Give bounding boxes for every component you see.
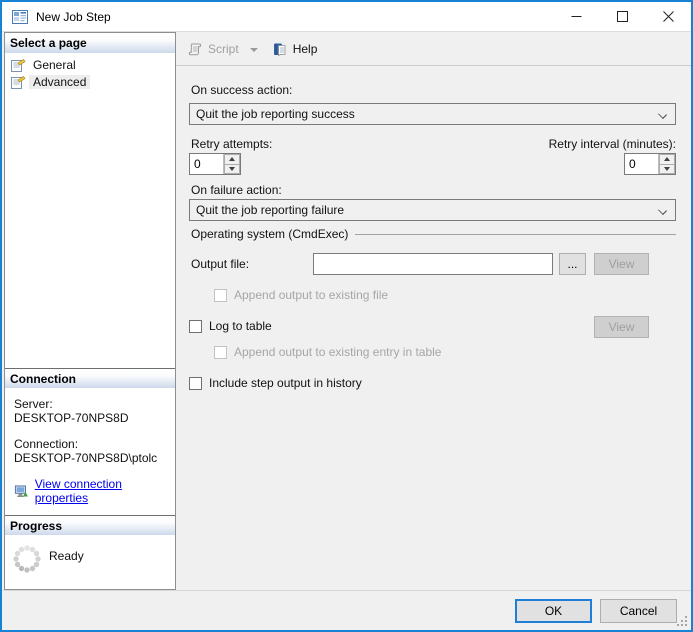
ok-button[interactable]: OK [515, 599, 592, 623]
arrow-up-icon [664, 157, 670, 161]
window-title: New Job Step [36, 10, 553, 24]
arrow-down-icon [664, 167, 670, 171]
sidebar-item-label: Advanced [29, 75, 90, 89]
view-output-file-button: View [594, 253, 649, 275]
advanced-form: On success action: Quit the job reportin… [176, 66, 691, 590]
page-tree: General Advanced [5, 53, 175, 96]
retry-attempts-input[interactable] [190, 154, 223, 174]
sidebar-item-general[interactable]: General [5, 56, 175, 73]
resize-grip[interactable] [676, 615, 689, 628]
select-a-page-header: Select a page [5, 33, 175, 53]
on-failure-action-select[interactable]: Quit the job reporting failure [189, 199, 676, 221]
include-history-row: Include step output in history [189, 376, 362, 390]
on-failure-action-value: Quit the job reporting failure [196, 203, 344, 217]
progress-header: Progress [5, 515, 175, 535]
help-book-icon [272, 41, 288, 57]
sidebar: Select a page General Ad [4, 32, 176, 590]
log-to-table-checkbox[interactable] [189, 320, 202, 333]
minimize-icon [571, 11, 582, 22]
append-table-row: Append output to existing entry in table [214, 345, 441, 359]
script-dropdown-caret-icon[interactable] [250, 48, 258, 52]
retry-attempts-label: Retry attempts: [191, 137, 272, 151]
spin-down-button[interactable] [659, 165, 675, 175]
script-scroll-icon [187, 41, 203, 57]
include-history-checkbox[interactable] [189, 377, 202, 390]
help-button-label: Help [293, 42, 318, 56]
connection-header: Connection [5, 368, 175, 388]
chevron-down-icon [658, 206, 667, 215]
on-success-action-value: Quit the job reporting success [196, 107, 355, 121]
cancel-button[interactable]: Cancel [600, 599, 677, 623]
sidebar-item-advanced[interactable]: Advanced [5, 73, 175, 90]
titlebar[interactable]: New Job Step [2, 2, 691, 32]
maximize-button[interactable] [599, 2, 645, 31]
on-failure-action-label: On failure action: [191, 183, 282, 197]
arrow-up-icon [229, 157, 235, 161]
chevron-down-icon [658, 110, 667, 119]
help-button[interactable]: Help [268, 37, 322, 61]
output-file-input[interactable] [313, 253, 553, 275]
retry-attempts-spinner [189, 153, 241, 175]
browse-output-file-button[interactable]: ... [559, 253, 586, 275]
operating-system-group-label: Operating system (CmdExec) [191, 227, 348, 241]
arrow-down-icon [229, 167, 235, 171]
append-output-file-label: Append output to existing file [234, 288, 388, 302]
append-table-label: Append output to existing entry in table [234, 345, 441, 359]
spin-down-button[interactable] [224, 165, 240, 175]
script-button[interactable]: Script [183, 37, 243, 61]
group-divider [355, 234, 676, 241]
log-to-table-row: Log to table [189, 319, 272, 333]
footer-bar: OK Cancel [2, 590, 691, 630]
log-to-table-label: Log to table [209, 319, 272, 333]
operating-system-group: Operating system (CmdExec) [191, 227, 676, 241]
close-button[interactable] [645, 2, 691, 31]
maximize-icon [617, 11, 628, 22]
script-button-label: Script [208, 42, 239, 56]
view-connection-properties-link[interactable]: View connection properties [35, 477, 167, 505]
page-icon [10, 74, 26, 90]
sidebar-filler [5, 96, 175, 368]
connection-label: Connection: [14, 437, 167, 451]
server-value: DESKTOP-70NPS8D [14, 411, 167, 425]
progress-spinner-icon [11, 543, 43, 575]
progress-status: Ready [49, 549, 84, 563]
connection-value: DESKTOP-70NPS8D\ptolc [14, 451, 167, 465]
main-panel: Script Help On success action: Quit t [176, 32, 691, 590]
spin-up-button[interactable] [224, 154, 240, 165]
new-job-step-dialog: New Job Step Select a page [0, 0, 693, 632]
on-success-action-select[interactable]: Quit the job reporting success [189, 103, 676, 125]
sidebar-item-label: General [29, 58, 80, 72]
retry-interval-spinner [624, 153, 676, 175]
spin-up-button[interactable] [659, 154, 675, 165]
include-history-label: Include step output in history [209, 376, 362, 390]
append-output-file-checkbox [214, 289, 227, 302]
toolbar: Script Help [176, 32, 691, 66]
server-label: Server: [14, 397, 167, 411]
new-job-step-icon [12, 9, 28, 25]
append-output-file-row: Append output to existing file [214, 288, 388, 302]
retry-interval-input[interactable] [625, 154, 658, 174]
retry-interval-label: Retry interval (minutes): [549, 137, 676, 151]
connection-properties-icon [14, 483, 29, 499]
output-file-label: Output file: [191, 257, 249, 271]
close-icon [663, 11, 674, 22]
connection-section: Server: DESKTOP-70NPS8D Connection: DESK… [5, 388, 175, 515]
page-icon [10, 57, 26, 73]
on-success-action-label: On success action: [191, 83, 292, 97]
progress-section: Ready [5, 535, 175, 589]
minimize-button[interactable] [553, 2, 599, 31]
append-table-checkbox [214, 346, 227, 359]
view-table-button: View [594, 316, 649, 338]
